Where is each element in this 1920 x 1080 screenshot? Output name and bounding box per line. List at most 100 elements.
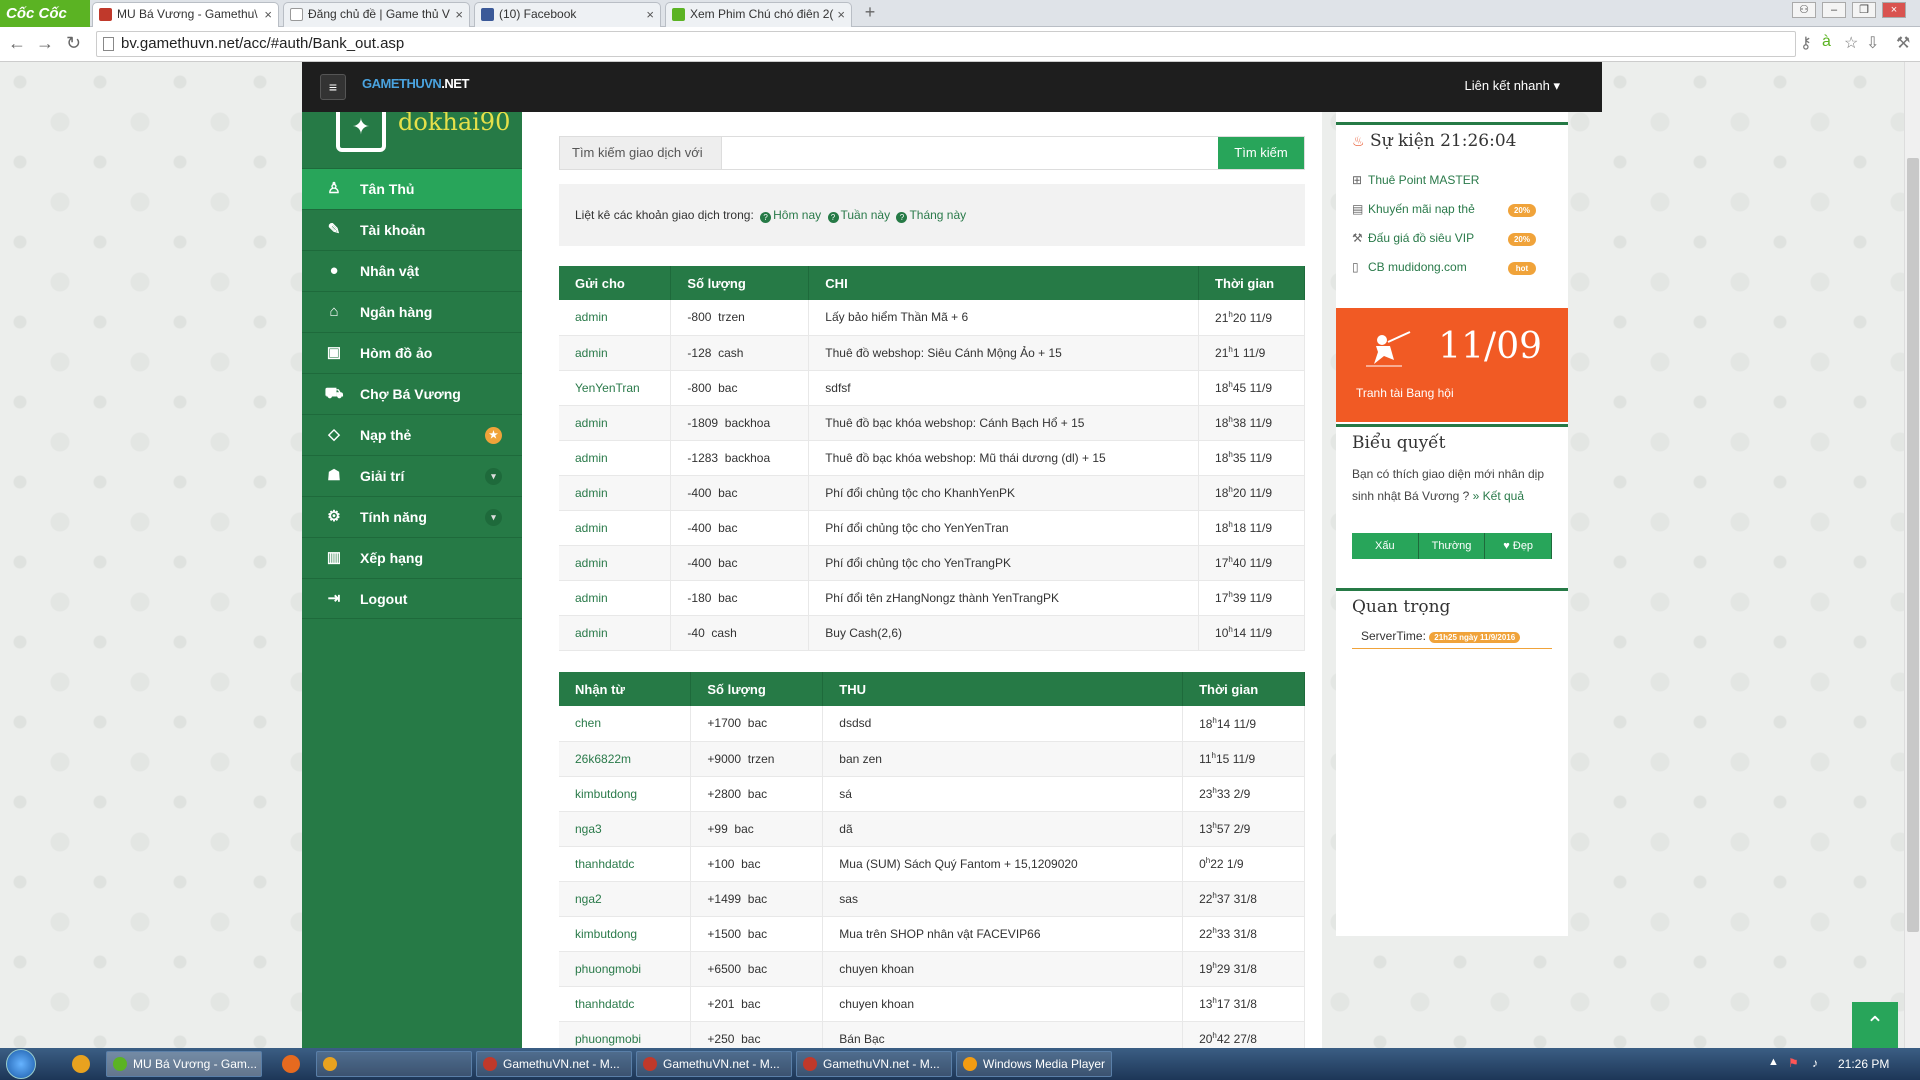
settings-wrench-icon[interactable]: ⚒ [1896, 33, 1910, 53]
menu-toggle-button[interactable]: ≡ [320, 74, 346, 100]
browser-tab-2[interactable]: Đăng chủ đề | Game thủ V × [283, 2, 470, 27]
taskbar-item[interactable]: GamethuVN.net - M... [636, 1051, 792, 1077]
chrome-icon[interactable] [72, 1055, 90, 1073]
time-cell: 11h15 11/9 [1182, 741, 1305, 777]
description-cell: dã [822, 811, 1184, 847]
close-icon[interactable]: × [837, 3, 845, 26]
back-arrow-icon[interactable]: ← [8, 33, 26, 54]
sidebar-item-nap-the[interactable]: ◇ Nạp thẻ ★ [302, 414, 522, 455]
minimize-icon[interactable]: – [1822, 2, 1846, 18]
tray-up-arrow-icon[interactable]: ▲ [1768, 1056, 1779, 1068]
user-link[interactable]: kimbutdong [559, 916, 692, 952]
close-icon[interactable]: × [646, 3, 654, 26]
bookmark-star-icon[interactable]: ☆ [1844, 33, 1858, 53]
restore-icon[interactable]: ❐ [1852, 2, 1876, 18]
browser-brand-logo[interactable]: Cốc Cốc [0, 0, 90, 27]
start-button[interactable] [6, 1049, 36, 1079]
taskbar-item[interactable] [316, 1051, 472, 1077]
poll-result-link[interactable]: » Kết quả [1473, 489, 1524, 503]
close-icon[interactable]: × [264, 3, 272, 26]
filter-week-link[interactable]: Tuần này [841, 208, 891, 222]
user-link[interactable]: phuongmobi [559, 951, 692, 987]
download-icon[interactable]: ⇩ [1866, 33, 1879, 53]
time-cell: 18h45 11/9 [1198, 370, 1305, 406]
user-link[interactable]: admin [559, 335, 672, 371]
event-item[interactable]: ⊞ Thuê Point MASTER [1352, 173, 1479, 187]
sidebar-item-ngan-hang[interactable]: ⌂ Ngân hàng [302, 291, 522, 332]
extension-icon[interactable]: à [1822, 33, 1831, 51]
chevron-down-icon[interactable]: ▾ [485, 468, 502, 485]
browser-tab-3[interactable]: (10) Facebook × [474, 2, 661, 27]
user-link[interactable]: admin [559, 545, 672, 581]
filter-month-link[interactable]: Tháng này [909, 208, 966, 222]
event-item[interactable]: ⚒ Đấu giá đồ siêu VIP [1352, 231, 1474, 245]
user-link[interactable]: YenYenTran [559, 370, 672, 406]
firefox-icon[interactable] [282, 1055, 300, 1073]
user-link[interactable]: admin [559, 510, 672, 546]
twitter-icon[interactable]: ✦ [336, 112, 386, 152]
tray-flag-icon[interactable]: ⚑ [1788, 1056, 1799, 1070]
description-cell: sá [822, 776, 1184, 812]
user-link[interactable]: kimbutdong [559, 776, 692, 812]
user-link[interactable]: admin [559, 405, 672, 441]
scrollbar-thumb[interactable] [1907, 158, 1919, 932]
user-link[interactable]: phuongmobi [559, 1021, 692, 1048]
close-icon[interactable]: × [455, 3, 463, 26]
time-hour: 17 [1215, 556, 1229, 570]
taskbar-item[interactable]: GamethuVN.net - M... [476, 1051, 632, 1077]
window-close-icon[interactable]: × [1882, 2, 1906, 18]
user-link[interactable]: 26k6822m [559, 741, 692, 777]
filter-bar: Liệt kê các khoản giao dịch trong: ? Hôm … [559, 184, 1305, 246]
user-link[interactable]: nga2 [559, 881, 692, 917]
user-link[interactable]: admin [559, 440, 672, 476]
quick-links-dropdown[interactable]: Liên kết nhanh ▾ [1465, 78, 1560, 94]
taskbar-item[interactable]: Windows Media Player [956, 1051, 1112, 1077]
url-input[interactable]: bv.gamethuvn.net/acc/#auth/Bank_out.asp [96, 31, 1796, 57]
user-link[interactable]: thanhdatdc [559, 846, 692, 882]
browser-tab-1[interactable]: MU Bá Vương - Gamethu\ × [92, 2, 279, 27]
user-link[interactable]: admin [559, 615, 672, 651]
taskbar-item-label: GamethuVN.net - M... [503, 1057, 620, 1071]
sidebar-item-tan-thu[interactable]: ♙ Tân Thủ [302, 168, 522, 209]
volume-icon[interactable]: ♪ [1812, 1056, 1818, 1070]
column-header: Thời gian [1182, 672, 1305, 706]
sidebar-item-tai-khoan[interactable]: ✎ Tài khoản [302, 209, 522, 250]
poll-option-good[interactable]: ♥ Đẹp [1485, 533, 1553, 559]
chevron-down-icon[interactable]: ▾ [485, 509, 502, 526]
sidebar-item-tinh-nang[interactable]: ⚙ Tính năng ▾ [302, 496, 522, 537]
profile-icon[interactable]: ⚇ [1792, 2, 1816, 18]
taskbar-item[interactable]: GamethuVN.net - M... [796, 1051, 952, 1077]
taskbar-item[interactable]: MU Bá Vương - Gam... [106, 1051, 262, 1077]
sidebar-item-logout[interactable]: ⇥ Logout [302, 578, 522, 619]
new-tab-icon[interactable]: + [860, 2, 880, 23]
user-link[interactable]: chen [559, 706, 692, 742]
sidebar-item-cho-ba-vuong[interactable]: ⛟ Chợ Bá Vương [302, 373, 522, 414]
event-item[interactable]: ▯ CB mudidong.com [1352, 260, 1467, 274]
user-link[interactable]: admin [559, 300, 672, 336]
search-button[interactable]: Tìm kiếm [1218, 137, 1304, 169]
event-item[interactable]: ▤ Khuyến mãi nạp thẻ [1352, 202, 1475, 216]
poll-option-bad[interactable]: Xấu [1352, 533, 1419, 559]
events-panel: ♨ Sự kiện 21:26:04 ⊞ Thuê Point MASTER ▤ K… [1336, 122, 1568, 298]
back-to-top-button[interactable]: ⌃ [1852, 1002, 1898, 1048]
key-icon[interactable]: ⚷ [1800, 33, 1812, 53]
amount-value: +100 [707, 856, 735, 871]
user-link[interactable]: nga3 [559, 811, 692, 847]
amount-unit: bac [747, 786, 768, 801]
guild-battle-banner[interactable]: 11/09 Tranh tài Bang hội [1336, 308, 1568, 422]
user-link[interactable]: admin [559, 475, 672, 511]
sidebar-item-giai-tri[interactable]: ☗ Giải trí ▾ [302, 455, 522, 496]
forward-arrow-icon[interactable]: → [36, 33, 54, 54]
sidebar-item-xep-hang[interactable]: ▥ Xếp hạng [302, 537, 522, 578]
sidebar-item-hom-do-ao[interactable]: ▣ Hòm đồ ảo [302, 332, 522, 373]
user-link[interactable]: admin [559, 580, 672, 616]
filter-today-link[interactable]: Hôm nay [773, 208, 821, 222]
sidebar-item-nhan-vat[interactable]: ● Nhân vật [302, 250, 522, 291]
taskbar-clock[interactable]: 21:26 PM [1838, 1057, 1889, 1071]
poll-option-normal[interactable]: Thường [1418, 533, 1486, 559]
vertical-scrollbar[interactable] [1904, 62, 1920, 1048]
browser-tab-4[interactable]: Xem Phim Chú chó điên 2( × [665, 2, 852, 27]
site-logo[interactable]: GAMETHUVN.NET [362, 76, 469, 91]
reload-icon[interactable]: ↻ [66, 33, 81, 54]
user-link[interactable]: thanhdatdc [559, 986, 692, 1022]
